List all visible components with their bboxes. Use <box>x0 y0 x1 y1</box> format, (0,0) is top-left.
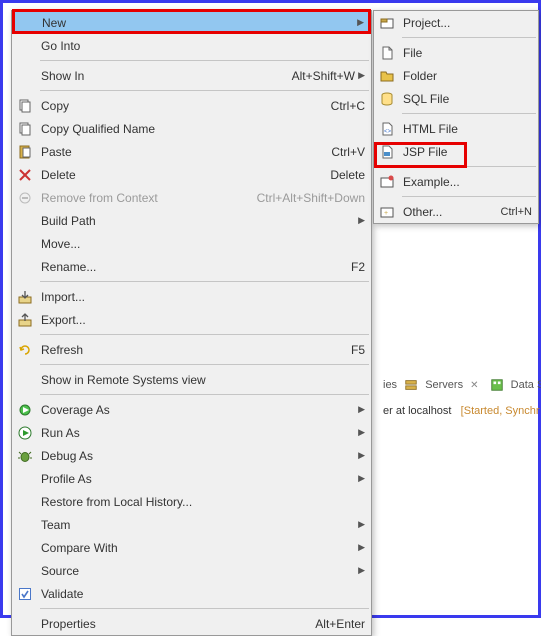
separator <box>402 166 536 167</box>
menu-show-in[interactable]: Show In Alt+Shift+W ▶ <box>12 64 371 87</box>
menu-delete[interactable]: Delete Delete <box>12 163 371 186</box>
menu-move[interactable]: Move... <box>12 232 371 255</box>
submenu-arrow-icon: ▶ <box>355 70 365 81</box>
menu-copy-qualified[interactable]: Copy Qualified Name <box>12 117 371 140</box>
submenu-jsp-file[interactable]: JSP File <box>374 140 538 163</box>
menu-team[interactable]: Team ▶ <box>12 513 371 536</box>
tab-servers[interactable]: Servers <box>425 379 463 391</box>
submenu-html-file[interactable]: <> HTML File <box>374 117 538 140</box>
paste-icon <box>15 144 35 160</box>
submenu-other[interactable]: + Other... Ctrl+N <box>374 200 538 223</box>
project-icon <box>377 15 397 31</box>
refresh-icon <box>15 342 35 358</box>
other-icon: + <box>377 204 397 220</box>
menu-build-path[interactable]: Build Path ▶ <box>12 209 371 232</box>
submenu-arrow-icon: ▶ <box>355 215 365 226</box>
new-submenu: Project... File Folder SQL File <> <box>373 10 539 224</box>
servers-icon <box>404 378 418 392</box>
run-icon <box>15 425 35 441</box>
submenu-project[interactable]: Project... <box>374 11 538 34</box>
copy-icon <box>15 121 35 137</box>
submenu-example[interactable]: Example... <box>374 170 538 193</box>
separator <box>40 60 369 61</box>
menu-import[interactable]: Import... <box>12 285 371 308</box>
menu-source[interactable]: Source ▶ <box>12 559 371 582</box>
svg-text:<>: <> <box>384 129 392 135</box>
submenu-arrow-icon: ▶ <box>355 565 365 576</box>
menu-new[interactable]: New ▶ <box>12 11 371 34</box>
html-file-icon: <> <box>377 121 397 137</box>
debug-icon <box>15 448 35 464</box>
menu-go-into[interactable]: Go Into <box>12 34 371 57</box>
example-icon <box>377 174 397 190</box>
menu-coverage-as[interactable]: Coverage As ▶ <box>12 398 371 421</box>
menu-rename[interactable]: Rename... F2 <box>12 255 371 278</box>
folder-icon <box>377 68 397 84</box>
server-status: [Started, Synchr <box>461 405 540 417</box>
submenu-arrow-icon: ▶ <box>355 473 365 484</box>
submenu-sql-file[interactable]: SQL File <box>374 87 538 110</box>
separator <box>40 608 369 609</box>
file-icon <box>377 45 397 61</box>
submenu-arrow-icon: ▶ <box>355 542 365 553</box>
bottom-tabs: ies Servers ✕ Data S <box>383 378 541 392</box>
coverage-icon <box>15 402 35 418</box>
submenu-folder[interactable]: Folder <box>374 64 538 87</box>
menu-refresh[interactable]: Refresh F5 <box>12 338 371 361</box>
close-icon[interactable]: ✕ <box>470 380 478 391</box>
svg-text:+: + <box>384 210 388 217</box>
separator <box>402 196 536 197</box>
menu-debug-as[interactable]: Debug As ▶ <box>12 444 371 467</box>
data-source-icon <box>490 378 504 392</box>
export-icon <box>15 312 35 328</box>
copy-icon <box>15 98 35 114</box>
context-menu: New ▶ Go Into Show In Alt+Shift+W ▶ Copy… <box>11 10 372 636</box>
import-icon <box>15 289 35 305</box>
separator <box>40 281 369 282</box>
menu-restore-history[interactable]: Restore from Local History... <box>12 490 371 513</box>
submenu-arrow-icon: ▶ <box>355 450 365 461</box>
remove-context-icon <box>15 190 35 206</box>
jsp-file-icon <box>377 144 397 160</box>
separator <box>40 394 369 395</box>
validate-icon <box>15 586 35 602</box>
submenu-arrow-icon: ▶ <box>355 519 365 530</box>
submenu-file[interactable]: File <box>374 41 538 64</box>
server-row[interactable]: er at localhost [Started, Synchr <box>383 405 540 417</box>
menu-properties[interactable]: Properties Alt+Enter <box>12 612 371 635</box>
menu-compare-with[interactable]: Compare With ▶ <box>12 536 371 559</box>
separator <box>40 364 369 365</box>
delete-icon <box>15 167 35 183</box>
menu-run-as[interactable]: Run As ▶ <box>12 421 371 444</box>
submenu-arrow-icon: ▶ <box>354 17 364 28</box>
menu-remove-context: Remove from Context Ctrl+Alt+Shift+Down <box>12 186 371 209</box>
separator <box>40 90 369 91</box>
separator <box>40 334 369 335</box>
menu-validate[interactable]: Validate <box>12 582 371 605</box>
submenu-arrow-icon: ▶ <box>355 404 365 415</box>
sql-file-icon <box>377 91 397 107</box>
separator <box>402 113 536 114</box>
menu-show-remote[interactable]: Show in Remote Systems view <box>12 368 371 391</box>
menu-copy[interactable]: Copy Ctrl+C <box>12 94 371 117</box>
menu-export[interactable]: Export... <box>12 308 371 331</box>
menu-paste[interactable]: Paste Ctrl+V <box>12 140 371 163</box>
tab-data-part[interactable]: Data S <box>511 379 541 391</box>
separator <box>402 37 536 38</box>
menu-profile-as[interactable]: Profile As ▶ <box>12 467 371 490</box>
tab-properties-part[interactable]: ies <box>383 379 397 391</box>
submenu-arrow-icon: ▶ <box>355 427 365 438</box>
